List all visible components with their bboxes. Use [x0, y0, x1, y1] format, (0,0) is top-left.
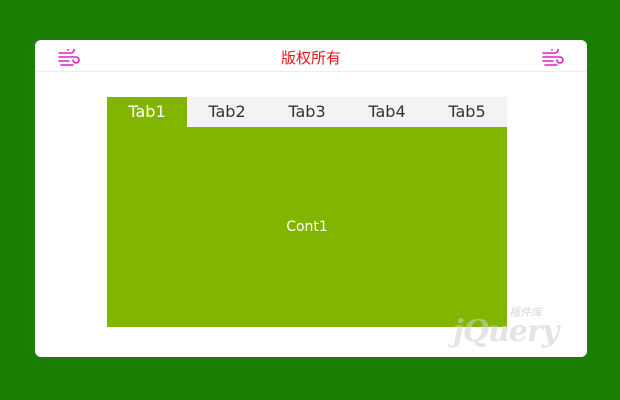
- tab-content-text: Cont1: [286, 219, 328, 235]
- tab-2[interactable]: Tab2: [187, 97, 267, 127]
- wind-icon: [542, 49, 564, 66]
- jquery-watermark-logo: 插件库 jQuery: [443, 302, 583, 352]
- tab-1[interactable]: Tab1: [107, 97, 187, 127]
- main-card: 版权所有 Tab1 Tab2 Tab3 Tab4 Tab5 Cont1 插件库 …: [35, 40, 587, 357]
- header-title: 版权所有: [280, 49, 341, 67]
- card-header: 版权所有: [35, 40, 587, 72]
- tab-5[interactable]: Tab5: [427, 97, 507, 127]
- tab-4[interactable]: Tab4: [347, 97, 427, 127]
- tab-3[interactable]: Tab3: [267, 97, 347, 127]
- tab-bar: Tab1 Tab2 Tab3 Tab4 Tab5: [107, 97, 507, 127]
- tab-content-panel: Cont1: [107, 127, 507, 327]
- watermark-en-text: jQuery: [453, 314, 559, 349]
